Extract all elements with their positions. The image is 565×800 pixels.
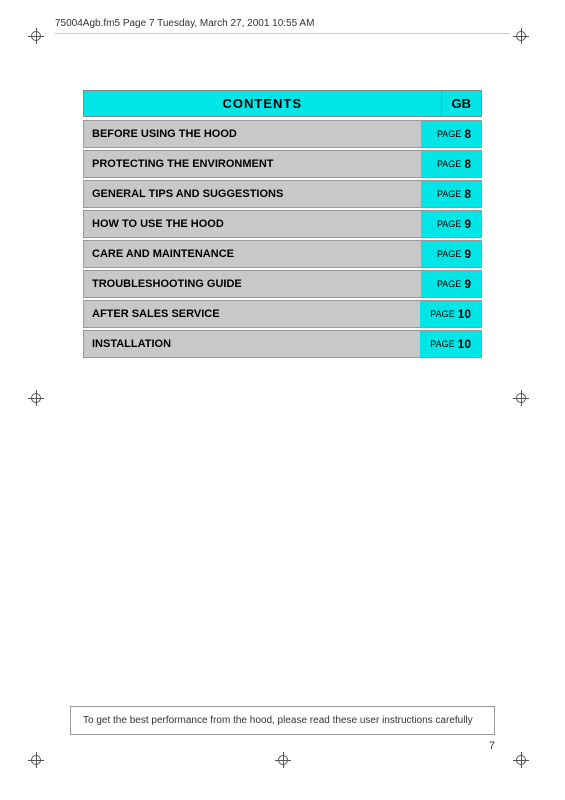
page-num: 10 bbox=[458, 307, 471, 321]
page-word: PAGE bbox=[437, 279, 461, 289]
toc-row-page: PAGE 9 bbox=[421, 211, 481, 237]
toc-row-page: PAGE 9 bbox=[421, 241, 481, 267]
page-num: 9 bbox=[464, 217, 471, 231]
toc-row: CARE AND MAINTENANCEPAGE 9 bbox=[83, 240, 482, 268]
page-word: PAGE bbox=[437, 189, 461, 199]
crosshair-top-right bbox=[513, 28, 529, 44]
footer-note: To get the best performance from the hoo… bbox=[70, 706, 495, 735]
toc-row-label: TROUBLESHOOTING GUIDE bbox=[84, 271, 421, 297]
toc-row-page: PAGE 8 bbox=[421, 121, 481, 147]
page-word: PAGE bbox=[437, 249, 461, 259]
crosshair-bot-center bbox=[275, 752, 291, 768]
page-word: PAGE bbox=[437, 159, 461, 169]
contents-title: CONTENTS bbox=[83, 90, 441, 117]
toc-row: TROUBLESHOOTING GUIDEPAGE 9 bbox=[83, 270, 482, 298]
crosshair-mid-right bbox=[513, 390, 529, 406]
page-word: PAGE bbox=[430, 309, 454, 319]
toc-row: BEFORE USING THE HOODPAGE 8 bbox=[83, 120, 482, 148]
toc-row-page: PAGE 8 bbox=[421, 181, 481, 207]
header-bar: 75004Agb.fm5 Page 7 Tuesday, March 27, 2… bbox=[55, 18, 510, 34]
page: 75004Agb.fm5 Page 7 Tuesday, March 27, 2… bbox=[0, 0, 565, 800]
footer-note-text: To get the best performance from the hoo… bbox=[83, 715, 473, 726]
toc-row: GENERAL TIPS AND SUGGESTIONSPAGE 8 bbox=[83, 180, 482, 208]
page-num: 9 bbox=[464, 247, 471, 261]
page-num: 9 bbox=[464, 277, 471, 291]
page-num: 8 bbox=[464, 187, 471, 201]
toc-row-label: GENERAL TIPS AND SUGGESTIONS bbox=[84, 181, 421, 207]
toc-row: PROTECTING THE ENVIRONMENTPAGE 8 bbox=[83, 150, 482, 178]
toc-row: INSTALLATIONPAGE 10 bbox=[83, 330, 482, 358]
contents-gb-label: GB bbox=[441, 90, 483, 117]
toc-row-label: INSTALLATION bbox=[84, 331, 420, 357]
toc-row-label: HOW TO USE THE HOOD bbox=[84, 211, 421, 237]
toc-rows: BEFORE USING THE HOODPAGE 8PROTECTING TH… bbox=[83, 120, 482, 358]
page-word: PAGE bbox=[437, 129, 461, 139]
crosshair-top-left bbox=[28, 28, 44, 44]
toc-row: HOW TO USE THE HOODPAGE 9 bbox=[83, 210, 482, 238]
toc-row-label: CARE AND MAINTENANCE bbox=[84, 241, 421, 267]
page-word: PAGE bbox=[430, 339, 454, 349]
crosshair-bot-left bbox=[28, 752, 44, 768]
toc-row-label: BEFORE USING THE HOOD bbox=[84, 121, 421, 147]
file-info: 75004Agb.fm5 Page 7 Tuesday, March 27, 2… bbox=[55, 18, 314, 29]
contents-title-row: CONTENTS GB bbox=[83, 90, 482, 117]
page-num: 8 bbox=[464, 127, 471, 141]
toc-row: AFTER SALES SERVICEPAGE 10 bbox=[83, 300, 482, 328]
page-word: PAGE bbox=[437, 219, 461, 229]
toc-row-page: PAGE 9 bbox=[421, 271, 481, 297]
page-number: 7 bbox=[489, 740, 495, 752]
page-num: 8 bbox=[464, 157, 471, 171]
toc-row-page: PAGE 10 bbox=[420, 331, 481, 357]
crosshair-mid-left bbox=[28, 390, 44, 406]
crosshair-bot-right bbox=[513, 752, 529, 768]
toc-row-page: PAGE 10 bbox=[420, 301, 481, 327]
toc-row-page: PAGE 8 bbox=[421, 151, 481, 177]
toc-row-label: PROTECTING THE ENVIRONMENT bbox=[84, 151, 421, 177]
toc-row-label: AFTER SALES SERVICE bbox=[84, 301, 420, 327]
contents-table: CONTENTS GB BEFORE USING THE HOODPAGE 8P… bbox=[83, 90, 482, 360]
page-num: 10 bbox=[458, 337, 471, 351]
